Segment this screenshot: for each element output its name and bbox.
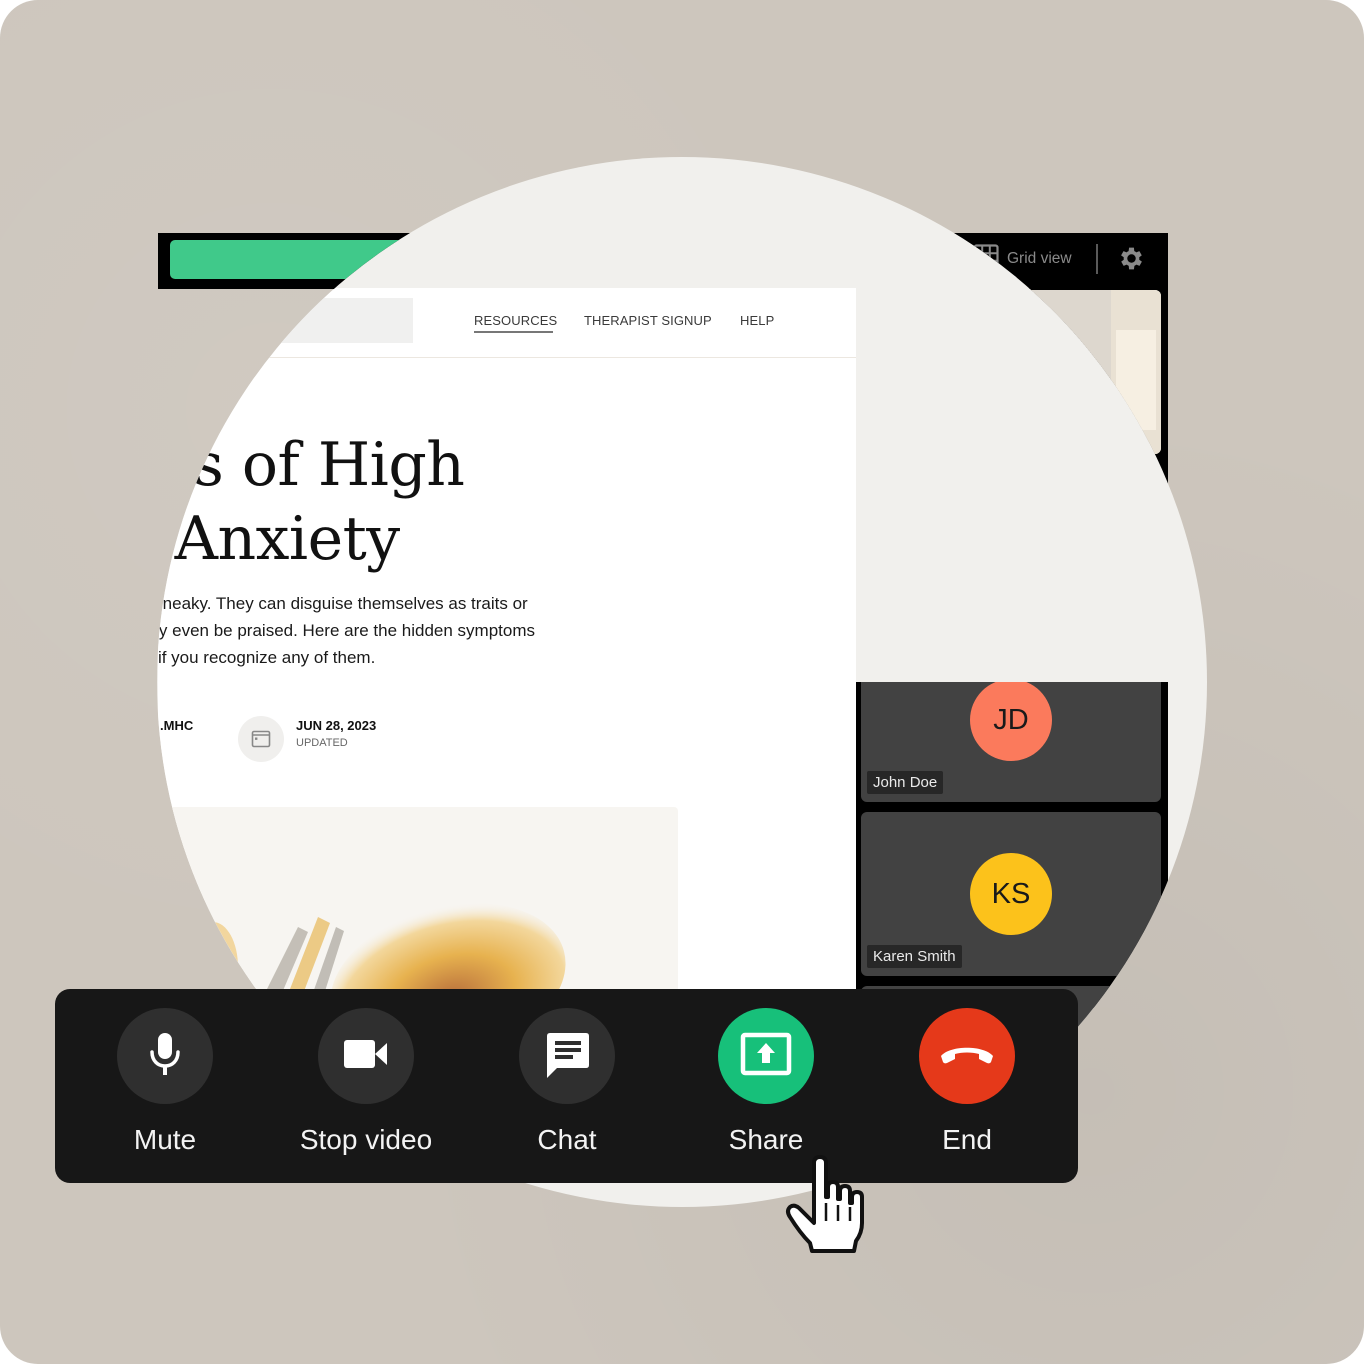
mute-button-circle[interactable] bbox=[117, 1008, 213, 1104]
end-call-button[interactable]: End bbox=[867, 1008, 1067, 1156]
hang-up-phone-icon bbox=[938, 1042, 996, 1071]
toolbar-divider bbox=[1096, 244, 1098, 274]
mute-label: Mute bbox=[133, 1124, 197, 1155]
chat-button[interactable]: Chat bbox=[467, 1008, 667, 1156]
dek-line: nay even be praised. Here are the hidden… bbox=[140, 621, 536, 640]
background-card: RESOURCES THERAPIST SIGNUP HELP gns of H… bbox=[0, 0, 1364, 1364]
stop-video-label: Stop video bbox=[299, 1124, 433, 1155]
article-title: gns of High ng Anxiety bbox=[80, 428, 465, 576]
nav-therapist-signup[interactable]: THERAPIST SIGNUP bbox=[584, 313, 712, 328]
share-label: Share bbox=[728, 1124, 804, 1155]
participant-avatar: KS bbox=[970, 853, 1052, 935]
end-label: End bbox=[942, 1124, 992, 1155]
hand-pointer-cursor-icon bbox=[782, 1155, 877, 1255]
chat-label: Chat bbox=[537, 1124, 597, 1155]
chat-button-circle[interactable] bbox=[519, 1008, 615, 1104]
video-camera-icon bbox=[343, 1038, 389, 1075]
participant-name: Karen Smith bbox=[867, 945, 962, 968]
chat-bubble-icon bbox=[543, 1030, 591, 1083]
nav-active-underline bbox=[474, 331, 553, 333]
end-button-circle[interactable] bbox=[919, 1008, 1015, 1104]
dek-line: lo if you recognize any of them. bbox=[140, 648, 376, 667]
nav-help[interactable]: HELP bbox=[740, 313, 774, 328]
share-button-circle[interactable] bbox=[718, 1008, 814, 1104]
meeting-controls-bar: Mute Stop video Chat Share End bbox=[55, 989, 1078, 1183]
article-title-line-2: ng Anxiety bbox=[80, 504, 400, 574]
stop-video-button-circle[interactable] bbox=[318, 1008, 414, 1104]
participant-avatar: JD bbox=[970, 679, 1052, 761]
microphone-icon bbox=[147, 1031, 183, 1082]
share-screen-button[interactable]: Share bbox=[666, 1008, 866, 1156]
mute-button[interactable]: Mute bbox=[65, 1008, 265, 1156]
participant-tile[interactable]: KS Karen Smith bbox=[861, 812, 1161, 976]
article-title-line-1: gns of High bbox=[117, 430, 465, 500]
share-screen-icon bbox=[740, 1032, 792, 1081]
dek-line: e sneaky. They can disguise themselves a… bbox=[140, 594, 528, 613]
grid-view-label: Grid view bbox=[1007, 250, 1072, 267]
settings-gear-icon[interactable] bbox=[1117, 244, 1146, 273]
stop-video-button[interactable]: Stop video bbox=[266, 1008, 466, 1156]
article-dek: e sneaky. They can disguise themselves a… bbox=[140, 590, 600, 671]
participant-name: John Doe bbox=[867, 771, 943, 794]
nav-resources[interactable]: RESOURCES bbox=[474, 313, 557, 328]
